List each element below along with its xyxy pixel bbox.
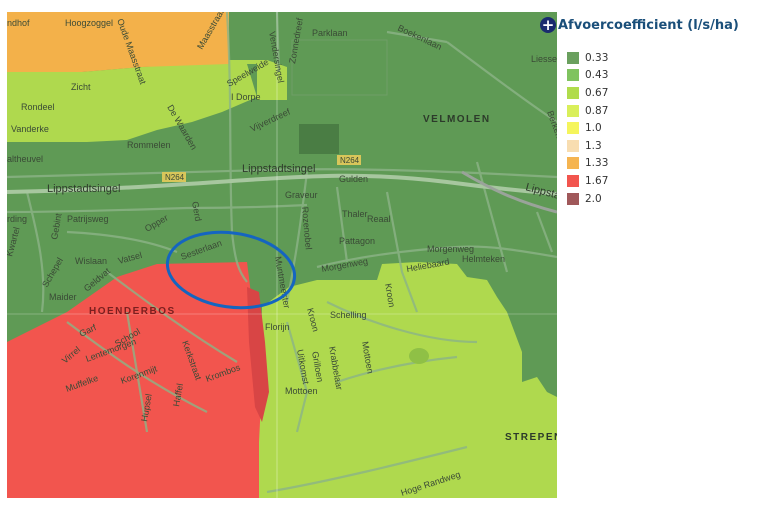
legend-header: + Afvoercoefficient (l/s/ha) [540,14,770,36]
label-zicht: Zicht [71,82,91,92]
legend-item: 1.67 [567,172,770,190]
label-dorpe: I Dorpe [231,92,261,102]
label-wislaan: Wislaan [75,256,107,266]
legend-item: 0.33 [567,49,770,67]
legend-swatch [567,51,579,64]
label-thaler: Thaler [342,209,368,219]
label-helmteken: Helmteken [462,254,505,264]
legend-swatch [567,192,579,205]
label-lippstadtsingel-c: Lippstadtsingel [242,163,315,175]
label-reaal: Reaal [367,214,391,224]
label-rommelen: Rommelen [127,140,171,150]
label-n264-a: N264 [165,173,185,182]
map-svg[interactable]: Hoogzoggel ndhof Oude Maasstraat Maasstr… [7,12,557,498]
label-rondeel: Rondeel [21,102,55,112]
label-parklaan: Parklaan [312,28,348,38]
legend-title: Afvoercoefficient (l/s/ha) [558,17,739,33]
place-hoenderbos: HOENDERBOS [89,306,176,317]
place-velmolen: VELMOLEN [423,114,491,125]
legend-swatch [567,122,579,135]
legend-swatch [567,69,579,82]
legend-swatch [567,174,579,187]
legend-label: 1.3 [585,139,602,152]
legend-swatch [567,139,579,152]
pond [409,348,429,364]
legend-item: 2.0 [567,190,770,208]
label-patrijsweg: Patrijsweg [67,214,109,224]
label-gulden: Gulden [339,174,368,184]
label-lippstadtsingel-w: Lippstadtsingel [47,183,120,195]
legend-label: 0.87 [585,104,609,117]
label-ndhof: ndhof [7,18,30,28]
legend-item: 0.87 [567,102,770,120]
label-schelling: Schelling [330,310,367,320]
legend-label: 0.43 [585,69,609,82]
label-pattagon: Pattagon [339,236,375,246]
legend-swatch [567,86,579,99]
legend-swatch [567,157,579,170]
label-mottoen-b: Mottoen [285,386,318,396]
legend-item: 1.33 [567,155,770,173]
label-maider: Maider [49,292,77,302]
label-n264-b: N264 [340,156,360,165]
legend-panel: + Afvoercoefficient (l/s/ha) 0.33 0.43 0.6… [540,14,770,207]
legend-item: 1.3 [567,137,770,155]
legend-label: 0.67 [585,86,609,99]
map-canvas[interactable]: Hoogzoggel ndhof Oude Maasstraat Maasstr… [7,12,557,498]
sports-field [299,124,339,154]
legend-item: 0.67 [567,84,770,102]
legend-swatch [567,104,579,117]
label-hoogzoggel: Hoogzoggel [65,18,113,28]
label-vanderke: Vanderke [11,124,49,134]
legend-label: 1.0 [585,122,602,135]
legend-label: 1.33 [585,157,609,170]
label-altheuvel: altheuvel [7,154,43,164]
legend-item: 1.0 [567,119,770,137]
place-strepen: STREPEN [505,432,557,443]
legend-label: 2.0 [585,192,602,205]
legend-item: 0.43 [567,67,770,85]
legend-label: 0.33 [585,51,609,64]
label-florijn: Florijn [265,322,290,332]
plus-circle-icon[interactable]: + [540,17,556,33]
legend-label: 1.67 [585,174,609,187]
label-morgenweg-b: Morgenweg [427,244,474,254]
legend-list: 0.33 0.43 0.67 0.87 1.0 1.3 1.33 1.67 2.0 [567,49,770,207]
label-graveur: Graveur [285,190,318,200]
label-rding: rding [7,214,27,224]
